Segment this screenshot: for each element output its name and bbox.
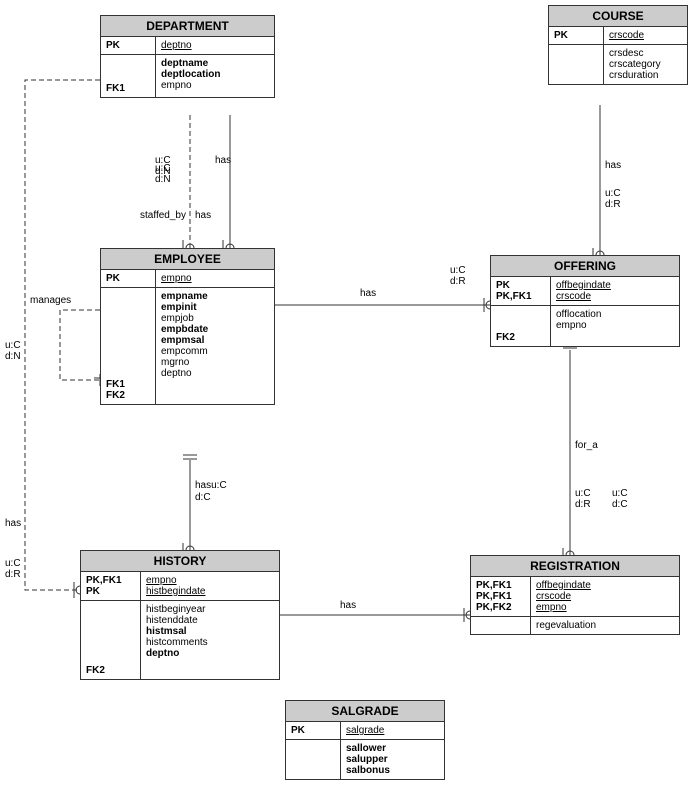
label-uc-left: u:Cd:R: [5, 558, 21, 580]
off-empno: empno: [556, 320, 601, 331]
hist-fk2-label: FK2: [86, 665, 135, 676]
hist-histenddate: histenddate: [146, 615, 208, 626]
sal-salupper: salupper: [346, 754, 390, 765]
course-title: COURSE: [549, 6, 687, 27]
emp-pk-label: PK: [106, 273, 150, 284]
label-uc-course: u:Cd:R: [605, 188, 621, 210]
reg-pkfk12-label: PK,FK1: [476, 591, 525, 602]
emp-empbdate: empbdate: [161, 324, 208, 335]
sal-pk-label: PK: [291, 725, 335, 736]
label-uc-dn-emp: u:Cd:N: [5, 340, 21, 362]
hist-histbegindate: histbegindate: [146, 586, 206, 597]
emp-mgrno: mgrno: [161, 357, 208, 368]
label-has-dept: has: [215, 155, 231, 166]
emp-empname: empname: [161, 291, 208, 302]
label-has-emp-off: has: [360, 288, 376, 299]
emp-fk1-label: FK1: [106, 379, 150, 390]
reg-pkfk1-label: PK,FK1: [476, 580, 525, 591]
reg-empno: empno: [536, 602, 591, 613]
off-pkfk1-label: PK,FK1: [496, 291, 545, 302]
offering-title: OFFERING: [491, 256, 679, 277]
history-title: HISTORY: [81, 551, 279, 572]
off-fk2-label: FK2: [496, 332, 545, 343]
entity-offering: OFFERING PK PK,FK1 offbegindate crscode …: [490, 255, 680, 347]
hist-pk2-label: PK: [86, 586, 135, 597]
entity-department: DEPARTMENT PK deptno FK1 deptname deptlo…: [100, 15, 275, 98]
hist-pk1-label: PK,FK1: [86, 575, 135, 586]
hist-histmsal: histmsal: [146, 626, 208, 637]
dept-attr-empno: empno: [161, 80, 220, 91]
entity-registration: REGISTRATION PK,FK1 PK,FK1 PK,FK2 offbeg…: [470, 555, 680, 635]
reg-regevaluation: regevaluation: [536, 620, 596, 631]
reg-pkfk2-label: PK,FK2: [476, 602, 525, 613]
sal-salgrade: salgrade: [346, 725, 384, 736]
label-staffed-by: staffed_by: [140, 210, 186, 221]
dept-fk1-label: FK1: [106, 83, 150, 94]
label-has-course-off: has: [605, 160, 621, 171]
sal-salbonus: salbonus: [346, 765, 390, 776]
label-has-left: has: [5, 518, 21, 529]
label-hasu-c: hasu:C: [195, 480, 227, 491]
emp-fk2-label: FK2: [106, 390, 150, 401]
hist-histcomments: histcomments: [146, 637, 208, 648]
label-has-hist-reg: has: [340, 600, 356, 611]
dept-pk-label: PK: [106, 40, 150, 51]
course-crsdesc: crsdesc: [609, 48, 661, 59]
entity-history: HISTORY PK,FK1 PK empno histbegindate FK…: [80, 550, 280, 680]
off-pk-label: PK: [496, 280, 545, 291]
emp-empcomm: empcomm: [161, 346, 208, 357]
entity-employee: EMPLOYEE PK empno FK1 FK2 empname: [100, 248, 275, 405]
dept-attr-deptlocation: deptlocation: [161, 69, 220, 80]
entity-course: COURSE PK crscode crsdesc crscategory cr…: [548, 5, 688, 85]
off-crscode: crscode: [556, 291, 611, 302]
course-crscode: crscode: [609, 30, 644, 41]
emp-empjob: empjob: [161, 313, 208, 324]
course-pk-label: PK: [554, 30, 598, 41]
emp-deptno: deptno: [161, 368, 208, 379]
dept-attr-deptname: deptname: [161, 58, 220, 69]
hist-empno: empno: [146, 575, 206, 586]
emp-empinit: empinit: [161, 302, 208, 313]
employee-title: EMPLOYEE: [101, 249, 274, 270]
emp-empmsal: empmsal: [161, 335, 208, 346]
registration-title: REGISTRATION: [471, 556, 679, 577]
reg-offbegindate: offbegindate: [536, 580, 591, 591]
off-offlocation: offlocation: [556, 309, 601, 320]
reg-crscode: crscode: [536, 591, 591, 602]
off-offbegindate: offbegindate: [556, 280, 611, 291]
label-uc-dr-reg2: u:Cd:R: [575, 488, 591, 510]
sal-sallower: sallower: [346, 743, 390, 754]
course-crscategory: crscategory: [609, 59, 661, 70]
entity-salgrade: SALGRADE PK salgrade sallower salupper s…: [285, 700, 445, 780]
label-uc-dn2: u:Cd:N: [155, 163, 171, 185]
label-uc-dr-off: u:Cd:R: [450, 265, 466, 287]
hist-deptno: deptno: [146, 648, 208, 659]
emp-pk-attr: empno: [161, 273, 192, 284]
label-uc-dc-reg: u:Cd:C: [612, 488, 628, 510]
label-for-a: for_a: [575, 440, 598, 451]
dept-pk-attr: deptno: [161, 40, 192, 51]
erd-diagram: u:Cd:N has staffed_by has u:Cd:N has u:C…: [0, 0, 690, 803]
label-dc: d:C: [195, 492, 211, 503]
salgrade-title: SALGRADE: [286, 701, 444, 722]
hist-histbeginyear: histbeginyear: [146, 604, 208, 615]
label-manages: manages: [30, 295, 71, 306]
department-title: DEPARTMENT: [101, 16, 274, 37]
course-crsduration: crsduration: [609, 70, 661, 81]
label-has2: has: [195, 210, 211, 221]
